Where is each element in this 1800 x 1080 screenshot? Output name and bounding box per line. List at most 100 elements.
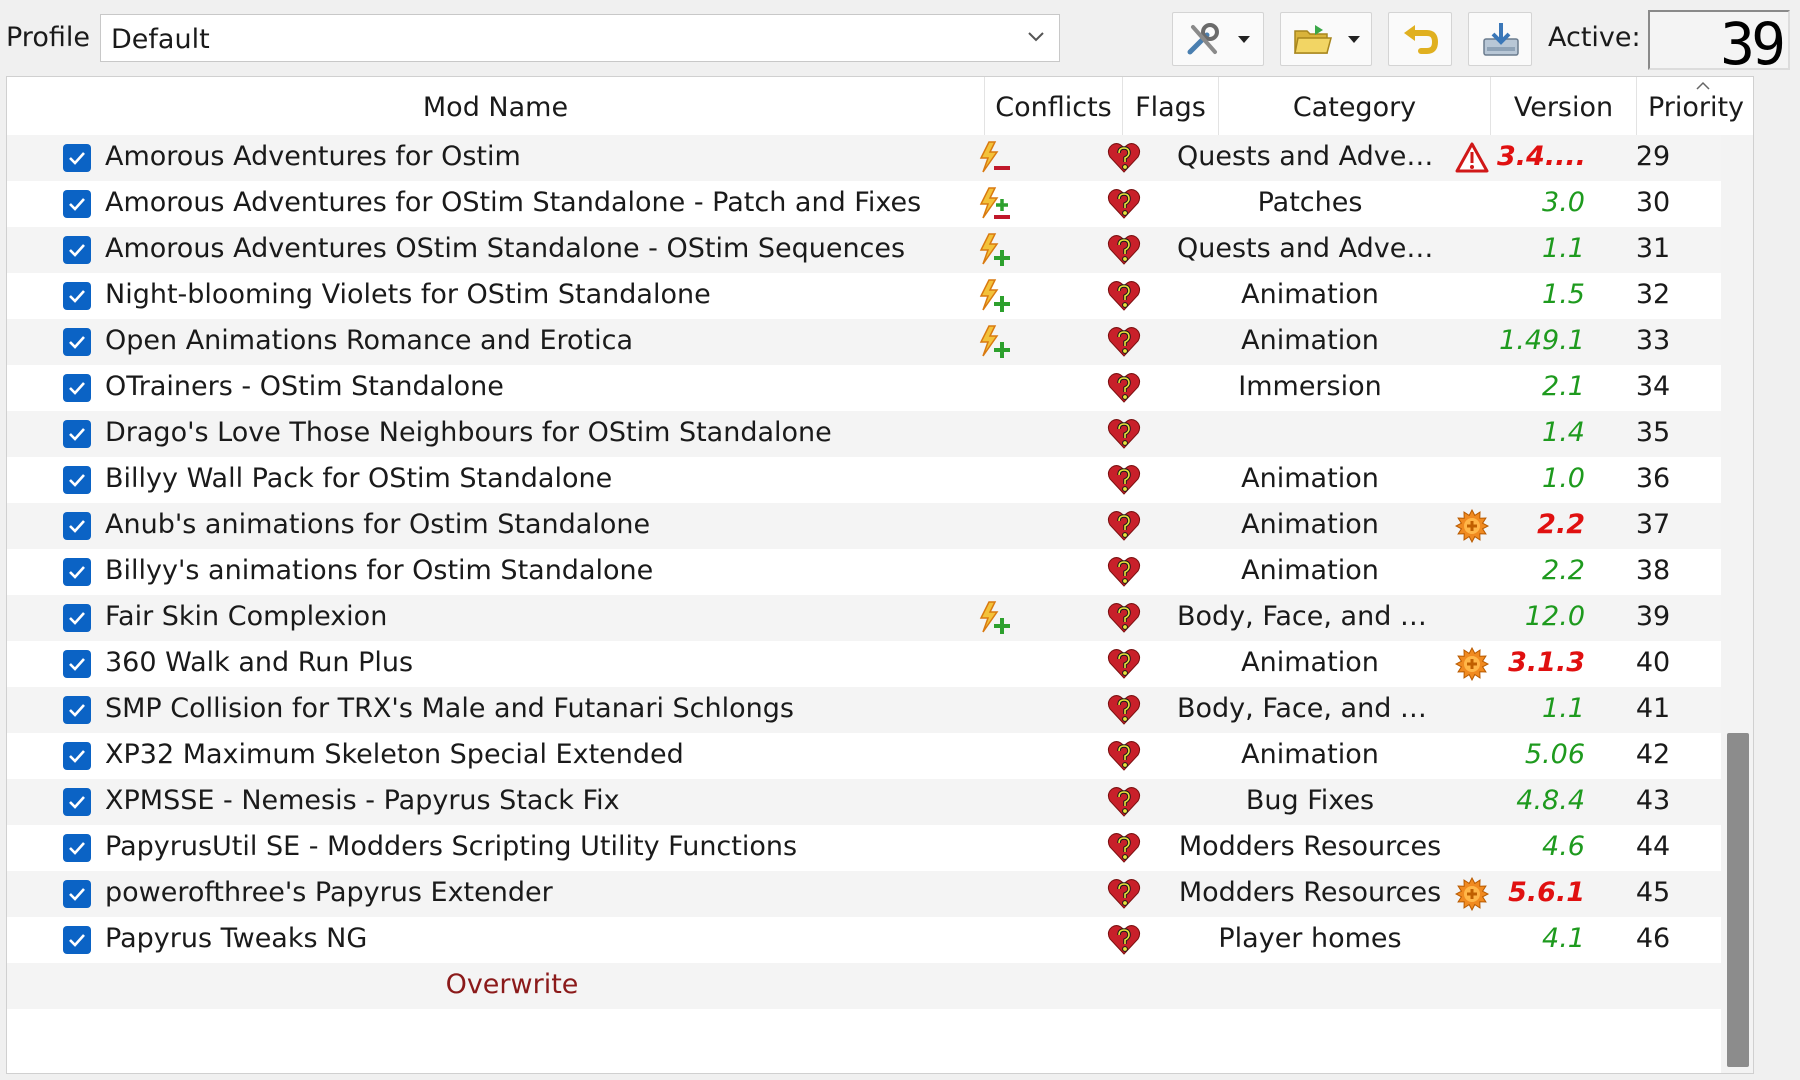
table-row[interactable]: XP32 Maximum Skeleton Special Extended An… xyxy=(7,733,1753,779)
mod-category: Patches xyxy=(1257,187,1363,218)
table-row[interactable]: Open Animations Romance and Erotica Anima… xyxy=(7,319,1753,365)
mod-enabled-checkbox[interactable] xyxy=(63,926,91,954)
mod-enabled-checkbox[interactable] xyxy=(63,190,91,218)
mod-priority: 43 xyxy=(1635,785,1671,816)
table-row[interactable]: Fair Skin Complexion Body, Face, and Hair… xyxy=(7,595,1753,641)
table-row[interactable]: SMP Collision for TRX's Male and Futanar… xyxy=(7,687,1753,733)
profile-dropdown[interactable]: Default xyxy=(100,14,1060,62)
mod-enabled-checkbox[interactable] xyxy=(63,466,91,494)
mod-version: 1.1 xyxy=(1542,693,1585,724)
table-row[interactable]: Billyy Wall Pack for OStim Standalone Ani… xyxy=(7,457,1753,503)
scrollbar-thumb[interactable] xyxy=(1727,733,1749,1067)
mod-enabled-checkbox[interactable] xyxy=(63,788,91,816)
table-row[interactable]: XPMSSE - Nemesis - Papyrus Stack Fix Bug … xyxy=(7,779,1753,825)
mod-category: Modders Resources xyxy=(1178,831,1442,862)
mod-version: 4.8.4 xyxy=(1516,785,1585,816)
chevron-down-icon xyxy=(1028,32,1044,42)
install-button[interactable] xyxy=(1468,12,1532,66)
column-header-conflicts[interactable]: Conflicts xyxy=(985,77,1123,135)
missing-nexus-id-heart-icon xyxy=(1107,877,1141,911)
column-header-version[interactable]: Version xyxy=(1491,77,1637,135)
mod-name: Fair Skin Complexion xyxy=(105,601,388,632)
mod-name: Billyy's animations for Ostim Standalone xyxy=(105,555,654,586)
missing-nexus-id-heart-icon xyxy=(1107,417,1141,451)
mod-enabled-checkbox[interactable] xyxy=(63,834,91,862)
mod-priority: 29 xyxy=(1635,141,1671,172)
column-header-flags[interactable]: Flags xyxy=(1123,77,1219,135)
mod-enabled-checkbox[interactable] xyxy=(63,374,91,402)
mod-enabled-checkbox[interactable] xyxy=(63,742,91,770)
open-folder-button[interactable] xyxy=(1280,12,1372,66)
table-row[interactable]: Night-blooming Violets for OStim Standal… xyxy=(7,273,1753,319)
mod-priority: 32 xyxy=(1635,279,1671,310)
mod-version: 4.1 xyxy=(1542,923,1585,954)
missing-nexus-id-heart-icon xyxy=(1107,233,1141,267)
table-row[interactable]: OTrainers - OStim Standalone Immersion 2.1… xyxy=(7,365,1753,411)
install-icon xyxy=(1483,23,1519,56)
mod-version: 2.2 xyxy=(1542,555,1585,586)
tools-button[interactable] xyxy=(1172,12,1264,66)
missing-nexus-id-heart-icon xyxy=(1107,831,1141,865)
table-row[interactable]: Anub's animations for Ostim Standalone An… xyxy=(7,503,1753,549)
tools-icon xyxy=(1187,23,1219,55)
missing-nexus-id-heart-icon xyxy=(1107,785,1141,819)
mod-category: Animation xyxy=(1241,647,1379,678)
mod-name: Amorous Adventures for Ostim xyxy=(105,141,521,172)
mod-name: Billyy Wall Pack for OStim Standalone xyxy=(105,463,613,494)
mod-version: 3.0 xyxy=(1542,187,1585,218)
sort-ascending-icon xyxy=(1696,81,1710,90)
overwrite-row[interactable]: Overwrite xyxy=(7,963,1753,1009)
missing-nexus-id-heart-icon xyxy=(1107,693,1141,727)
mod-enabled-checkbox[interactable] xyxy=(63,144,91,172)
mod-priority: 40 xyxy=(1635,647,1671,678)
mod-enabled-checkbox[interactable] xyxy=(63,512,91,540)
column-header-mod-name[interactable]: Mod Name xyxy=(7,77,985,135)
table-row[interactable]: Billyy's animations for Ostim Standalone… xyxy=(7,549,1753,595)
conflict-win-icon xyxy=(977,232,1013,268)
mod-version: 1.5 xyxy=(1542,279,1585,310)
table-row[interactable]: Amorous Adventures for OStim Standalone … xyxy=(7,181,1753,227)
mod-priority: 33 xyxy=(1635,325,1671,356)
mod-name: Papyrus Tweaks NG xyxy=(105,923,368,954)
mod-name: OTrainers - OStim Standalone xyxy=(105,371,504,402)
mod-enabled-checkbox[interactable] xyxy=(63,880,91,908)
mod-name: Amorous Adventures OStim Standalone - OS… xyxy=(105,233,906,264)
vertical-scrollbar[interactable] xyxy=(1721,135,1753,1073)
mod-name: powerofthree's Papyrus Extender xyxy=(105,877,553,908)
mod-name: Amorous Adventures for OStim Standalone … xyxy=(105,187,922,218)
table-header: Mod Name Conflicts Flags Category Versio… xyxy=(7,77,1753,135)
mod-enabled-checkbox[interactable] xyxy=(63,604,91,632)
table-row[interactable]: Amorous Adventures for Ostim Quests and A… xyxy=(7,135,1753,181)
table-row[interactable]: PapyrusUtil SE - Modders Scripting Utili… xyxy=(7,825,1753,871)
table-row[interactable]: powerofthree's Papyrus Extender Modders R… xyxy=(7,871,1753,917)
mod-enabled-checkbox[interactable] xyxy=(63,282,91,310)
table-row[interactable]: Papyrus Tweaks NG Player homes 4.1 46 xyxy=(7,917,1753,963)
mod-category: Animation xyxy=(1241,555,1379,586)
mod-version: 3.4.... xyxy=(1497,141,1585,172)
mod-enabled-checkbox[interactable] xyxy=(63,696,91,724)
mod-priority: 39 xyxy=(1635,601,1671,632)
column-header-category[interactable]: Category xyxy=(1219,77,1491,135)
mod-version: 1.1 xyxy=(1542,233,1585,264)
conflict-win-icon xyxy=(977,278,1013,314)
conflict-mixed-icon xyxy=(977,186,1013,222)
mod-enabled-checkbox[interactable] xyxy=(63,236,91,264)
missing-nexus-id-heart-icon xyxy=(1107,279,1141,313)
mod-version: 1.49.1 xyxy=(1499,325,1585,356)
active-label: Active: xyxy=(1548,22,1641,53)
table-row[interactable]: Amorous Adventures OStim Standalone - OS… xyxy=(7,227,1753,273)
mod-enabled-checkbox[interactable] xyxy=(63,420,91,448)
mod-enabled-checkbox[interactable] xyxy=(63,650,91,678)
mod-version: 2.1 xyxy=(1542,371,1585,402)
undo-button[interactable] xyxy=(1388,12,1452,66)
missing-nexus-id-heart-icon xyxy=(1107,647,1141,681)
mod-version: 12.0 xyxy=(1524,601,1585,632)
table-row[interactable]: Drago's Love Those Neighbours for OStim … xyxy=(7,411,1753,457)
mod-priority: 41 xyxy=(1635,693,1671,724)
mod-enabled-checkbox[interactable] xyxy=(63,328,91,356)
warning-icon xyxy=(1455,141,1489,175)
missing-nexus-id-heart-icon xyxy=(1107,555,1141,589)
table-row[interactable]: 360 Walk and Run Plus Animation 3.1.3 40 xyxy=(7,641,1753,687)
mod-category: Animation xyxy=(1241,739,1379,770)
mod-enabled-checkbox[interactable] xyxy=(63,558,91,586)
